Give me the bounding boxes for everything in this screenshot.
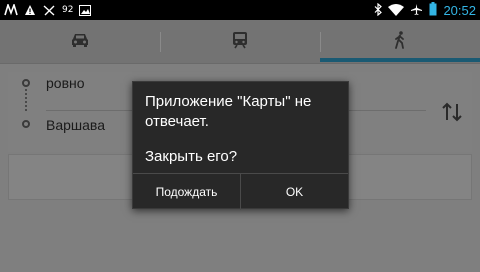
dialog-button-bar: Подождать OK [133, 173, 348, 210]
bluetooth-icon [374, 1, 383, 20]
dialog-message: Приложение "Карты" не отвечает. [145, 93, 312, 130]
origin-dot-icon [22, 79, 30, 87]
image-icon [79, 1, 92, 20]
swap-arrows-icon [440, 102, 464, 128]
notification-n-icon [4, 1, 18, 20]
car-icon [70, 32, 90, 52]
call-icon [42, 1, 56, 20]
transport-tab-bar [0, 20, 480, 64]
status-bar-right: 20:52 [374, 0, 476, 20]
wifi-icon [388, 1, 405, 20]
train-icon [232, 31, 248, 53]
status-clock: 20:52 [443, 2, 476, 18]
airplane-icon [410, 1, 423, 20]
walk-icon [394, 31, 406, 53]
origin-field[interactable]: ровно [46, 75, 146, 91]
destination-dot-icon [22, 120, 30, 128]
ok-button[interactable]: OK [241, 174, 348, 210]
battery-percent-text: 92 [62, 5, 74, 15]
destination-field[interactable]: Варшава [46, 117, 146, 133]
status-bar: 92 20:52 [0, 0, 480, 20]
battery-icon [429, 1, 437, 20]
selected-tab-indicator [320, 58, 480, 62]
wait-button[interactable]: Подождать [133, 174, 240, 210]
app-not-responding-dialog: Приложение "Карты" не отвечает. Закрыть … [132, 81, 349, 210]
warning-icon [24, 1, 36, 20]
tab-car[interactable] [0, 20, 160, 64]
route-dots-icon [25, 89, 27, 111]
tab-transit[interactable] [160, 20, 320, 64]
dialog-question: Закрыть его? [145, 148, 238, 165]
status-bar-left: 92 [4, 0, 92, 20]
swap-route-button[interactable] [440, 100, 464, 124]
